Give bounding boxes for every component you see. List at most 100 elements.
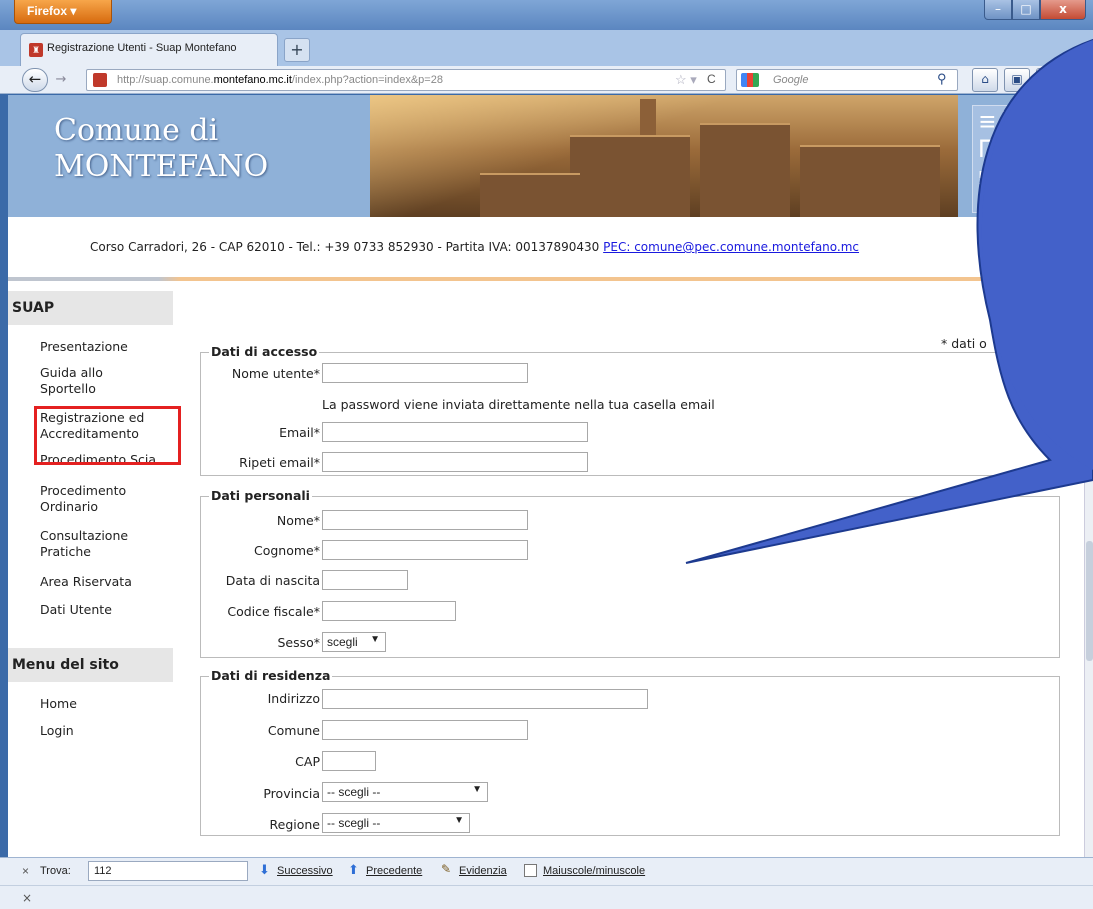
town-photo — [370, 95, 958, 217]
url-bar[interactable]: http://suap.comune.montefano.mc.it/index… — [86, 69, 726, 91]
first-name-label: Nome* — [276, 513, 320, 528]
search-placeholder: Google — [773, 74, 809, 86]
home-icon: ⌂ — [981, 72, 989, 86]
arrow-up-icon[interactable]: ⬆ — [348, 862, 359, 878]
highlight-annotation-box — [34, 406, 181, 465]
sidebar-item-ordinario[interactable]: Procedimento Ordinario — [40, 483, 126, 515]
find-next-button[interactable]: Successivo — [277, 865, 333, 877]
address-label: Indirizzo — [267, 691, 320, 706]
province-select[interactable]: -- scegli -- ▼ — [322, 782, 488, 802]
tab-strip: ♜ Registrazione Utenti - Suap Montefano + — [0, 30, 1093, 66]
search-magnifier-icon[interactable]: ⚲ — [937, 71, 947, 87]
arrow-down-icon[interactable]: ⬇ — [259, 862, 270, 878]
find-input[interactable]: 112 — [88, 861, 248, 881]
addon-button[interactable]: ✎ — [1036, 68, 1062, 92]
sidebar-item-area-riservata[interactable]: Area Riservata — [40, 574, 132, 590]
password-note: La password viene inviata direttamente n… — [322, 397, 715, 412]
region-label: Regione — [269, 817, 320, 832]
match-case-label[interactable]: Maiuscole/minuscole — [543, 865, 645, 877]
match-case-checkbox[interactable] — [524, 864, 537, 877]
site-favicon-icon: ♜ — [29, 43, 43, 57]
back-button[interactable]: ← — [22, 68, 48, 92]
google-engine-icon[interactable] — [741, 73, 759, 87]
city-input[interactable] — [322, 720, 528, 740]
header-divider — [8, 277, 1084, 281]
zip-input[interactable] — [322, 751, 376, 771]
site-title: Comune di MONTEFANO — [54, 113, 269, 184]
portal-logo-text: Portale Territo Provi — [979, 170, 1013, 205]
forward-button[interactable]: → — [50, 70, 72, 90]
last-name-label: Cognome* — [254, 543, 320, 558]
repeat-email-label: Ripeti email* — [239, 455, 320, 470]
last-name-input[interactable] — [322, 540, 528, 560]
first-name-input[interactable] — [322, 510, 528, 530]
back-arrow-icon: ← — [28, 70, 42, 88]
tax-code-label: Codice fiscale* — [227, 604, 320, 619]
province-label: Provincia — [263, 786, 320, 801]
tab-title: Registrazione Utenti - Suap Montefano — [47, 42, 237, 54]
highlighter-icon[interactable]: ✎ — [441, 862, 451, 876]
sidebar-heading-menu: Menu del sito — [8, 648, 173, 682]
city-label: Comune — [267, 723, 320, 738]
find-bar: × Trova: 112 ⬇ Successivo ⬆ Precedente ✎… — [0, 857, 1093, 885]
sidebar-item-consultazione[interactable]: Consultazione Pratiche — [40, 528, 128, 560]
pec-email-link[interactable]: PEC: comune@pec.comune.montefano.mc — [603, 240, 859, 254]
sex-select[interactable]: scegli ▼ — [322, 632, 386, 652]
find-label: Trova: — [40, 865, 71, 877]
sidebar-item-dati-utente[interactable]: Dati Utente — [40, 602, 112, 618]
search-bar[interactable]: Google ⚲ — [736, 69, 958, 91]
close-window-button[interactable]: x — [1040, 0, 1086, 20]
sidebar-heading-suap: SUAP — [8, 291, 173, 325]
dropdown-arrow-icon: ▼ — [454, 815, 464, 826]
page-viewport: Comune di MONTEFANO ≡| ⊓⊏ Portale Territo… — [8, 95, 1084, 857]
bookmark-star-icon[interactable]: ☆ ▾ — [675, 72, 697, 88]
forward-arrow-icon: → — [55, 72, 67, 87]
photo-building — [570, 135, 690, 217]
birth-date-label: Data di nascita — [225, 573, 320, 588]
vertical-scrollbar[interactable] — [1084, 95, 1093, 857]
portal-logo-mark-icon: ≡| ⊓⊏ — [979, 109, 1013, 166]
photo-building — [480, 173, 580, 217]
find-previous-button[interactable]: Precedente — [366, 865, 422, 877]
contact-info: Corso Carradori, 26 - CAP 62010 - Tel.: … — [90, 240, 860, 254]
email-label: Email* — [279, 425, 320, 440]
legend-access: Dati di accesso — [209, 344, 320, 359]
find-close-icon[interactable]: × — [22, 864, 29, 878]
tab-registrazione-utenti[interactable]: ♜ Registrazione Utenti - Suap Montefano — [20, 33, 278, 66]
photo-building — [800, 145, 940, 217]
new-tab-button[interactable]: + — [284, 38, 310, 62]
bookmarks-icon: ▣ — [1011, 72, 1023, 86]
sidebar: SUAP Presentazione Guida allo Sportello … — [8, 291, 173, 857]
navigation-toolbar: ← → http://suap.comune.montefano.mc.it/i… — [0, 66, 1093, 94]
username-label: Nome utente* — [231, 366, 320, 381]
sidebar-item-presentazione[interactable]: Presentazione — [40, 339, 128, 355]
email-input[interactable] — [322, 422, 588, 442]
firefox-menu-button[interactable]: Firefox ▾ — [14, 0, 112, 24]
repeat-email-input[interactable] — [322, 452, 588, 472]
legend-personal: Dati personali — [209, 488, 312, 503]
username-input[interactable] — [322, 363, 528, 383]
status-close-icon[interactable]: × — [22, 891, 32, 905]
portal-logo[interactable]: ≡| ⊓⊏ Portale Territo Provi — [972, 105, 1052, 213]
address-input[interactable] — [322, 689, 648, 709]
sidebar-item-guida[interactable]: Guida allo Sportello — [40, 365, 103, 397]
reload-icon[interactable]: C — [707, 72, 716, 86]
dropdown-arrow-icon: ▼ — [370, 634, 380, 645]
sidebar-item-login[interactable]: Login — [40, 723, 74, 739]
dropdown-arrow-icon: ▼ — [472, 784, 482, 795]
scrollbar-thumb[interactable] — [1086, 541, 1093, 661]
highlight-all-button[interactable]: Evidenzia — [459, 865, 507, 877]
sex-label: Sesso* — [277, 635, 320, 650]
minimize-button[interactable]: – — [984, 0, 1012, 20]
region-select[interactable]: -- scegli -- ▼ — [322, 813, 470, 833]
photo-building — [700, 123, 790, 217]
home-button[interactable]: ⌂ — [972, 68, 998, 92]
tax-code-input[interactable] — [322, 601, 456, 621]
bookmarks-button[interactable]: ▣ — [1004, 68, 1030, 92]
birth-date-input[interactable] — [322, 570, 408, 590]
zip-label: CAP — [295, 754, 320, 769]
maximize-button[interactable]: □ — [1012, 0, 1040, 20]
sidebar-item-home[interactable]: Home — [40, 696, 77, 712]
site-identity-icon[interactable] — [93, 73, 107, 87]
legend-residence: Dati di residenza — [209, 668, 333, 683]
